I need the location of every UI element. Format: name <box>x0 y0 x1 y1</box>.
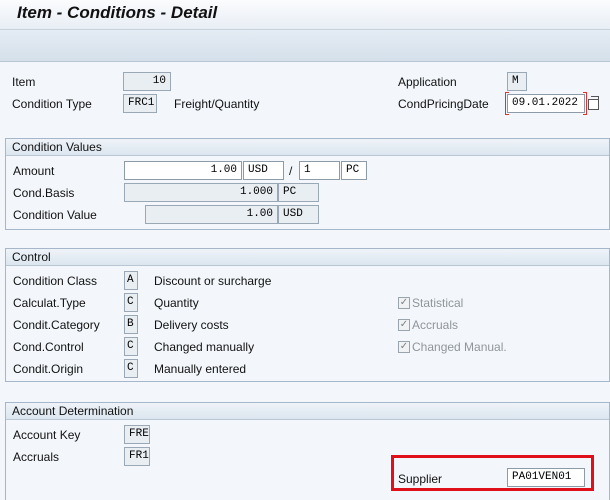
condition-origin-field[interactable]: C <box>124 359 138 378</box>
changed-manually-label: Changed Manual. <box>412 340 507 354</box>
condition-value-field[interactable]: 1.00 <box>145 205 278 224</box>
date-focus-mark-left <box>505 92 509 115</box>
supplier-label: Supplier <box>398 472 443 486</box>
condition-class-text: Discount or surcharge <box>154 274 272 288</box>
accruals-checkbox-label: Accruals <box>412 318 459 332</box>
item-label: Item <box>12 75 36 89</box>
condition-origin-text: Manually entered <box>154 362 247 376</box>
condition-category-field[interactable]: B <box>124 315 138 334</box>
amount-currency-field[interactable]: USD <box>243 161 284 180</box>
pricing-unit-field[interactable]: 1 <box>299 161 340 180</box>
account-key-label: Account Key <box>13 428 81 442</box>
accruals-label: Accruals <box>13 450 60 464</box>
pricing-date-field[interactable]: 09.01.2022 <box>507 94 585 113</box>
condition-control-field[interactable]: C <box>124 337 138 356</box>
account-determination-header: Account Determination <box>6 403 609 420</box>
control-group: Control Condition Class A Discount or su… <box>5 248 610 382</box>
pricing-date-label: CondPricingDate <box>398 97 489 111</box>
date-focus-mark-right <box>583 92 587 115</box>
title-bar: Item - Conditions - Detail <box>0 0 610 30</box>
condition-origin-label: Condit.Origin <box>13 362 84 376</box>
application-label: Application <box>398 75 457 89</box>
condition-class-label: Condition Class <box>13 274 98 288</box>
condition-type-description: Freight/Quantity <box>174 97 260 111</box>
condition-value-label: Condition Value <box>13 208 97 222</box>
condition-class-field[interactable]: A <box>124 271 138 290</box>
account-key-field[interactable]: FRE <box>124 425 150 444</box>
application-field[interactable]: M <box>507 72 527 91</box>
condition-value-currency-field[interactable]: USD <box>278 205 319 224</box>
cond-basis-label: Cond.Basis <box>13 186 75 200</box>
accruals-field[interactable]: FR1 <box>124 447 150 466</box>
calculation-type-field[interactable]: C <box>124 293 138 312</box>
cond-basis-field[interactable]: 1.000 <box>124 183 278 202</box>
calendar-icon[interactable] <box>588 96 599 110</box>
control-header: Control <box>6 249 609 266</box>
supplier-field[interactable]: PA01VEN01 <box>507 468 585 487</box>
condition-control-text: Changed manually <box>154 340 255 354</box>
application-toolbar <box>0 30 610 62</box>
item-field[interactable]: 10 <box>123 72 171 91</box>
statistical-checkbox[interactable]: ✓ <box>398 297 410 309</box>
statistical-label: Statistical <box>412 296 464 310</box>
cond-basis-unit-field[interactable]: PC <box>278 183 319 202</box>
accruals-checkbox[interactable]: ✓ <box>398 319 410 331</box>
condition-category-label: Condit.Category <box>13 318 100 332</box>
condition-type-field[interactable]: FRC1 <box>123 94 157 113</box>
calculation-type-label: Calculat.Type <box>13 296 86 310</box>
condition-values-group: Condition Values Amount 1.00 USD / 1 PC … <box>5 138 610 230</box>
calculation-type-text: Quantity <box>154 296 199 310</box>
main-content: Item 10 Condition Type FRC1 Freight/Quan… <box>0 62 610 500</box>
condition-values-header: Condition Values <box>6 139 609 156</box>
condition-category-text: Delivery costs <box>154 318 229 332</box>
condition-type-label: Condition Type <box>12 97 92 111</box>
amount-label: Amount <box>13 164 55 178</box>
per-separator: / <box>289 164 293 178</box>
condition-control-label: Cond.Control <box>13 340 84 354</box>
window-title: Item - Conditions - Detail <box>17 3 218 22</box>
amount-field[interactable]: 1.00 <box>124 161 242 180</box>
unit-of-measure-field[interactable]: PC <box>341 161 367 180</box>
changed-manually-checkbox[interactable]: ✓ <box>398 341 410 353</box>
